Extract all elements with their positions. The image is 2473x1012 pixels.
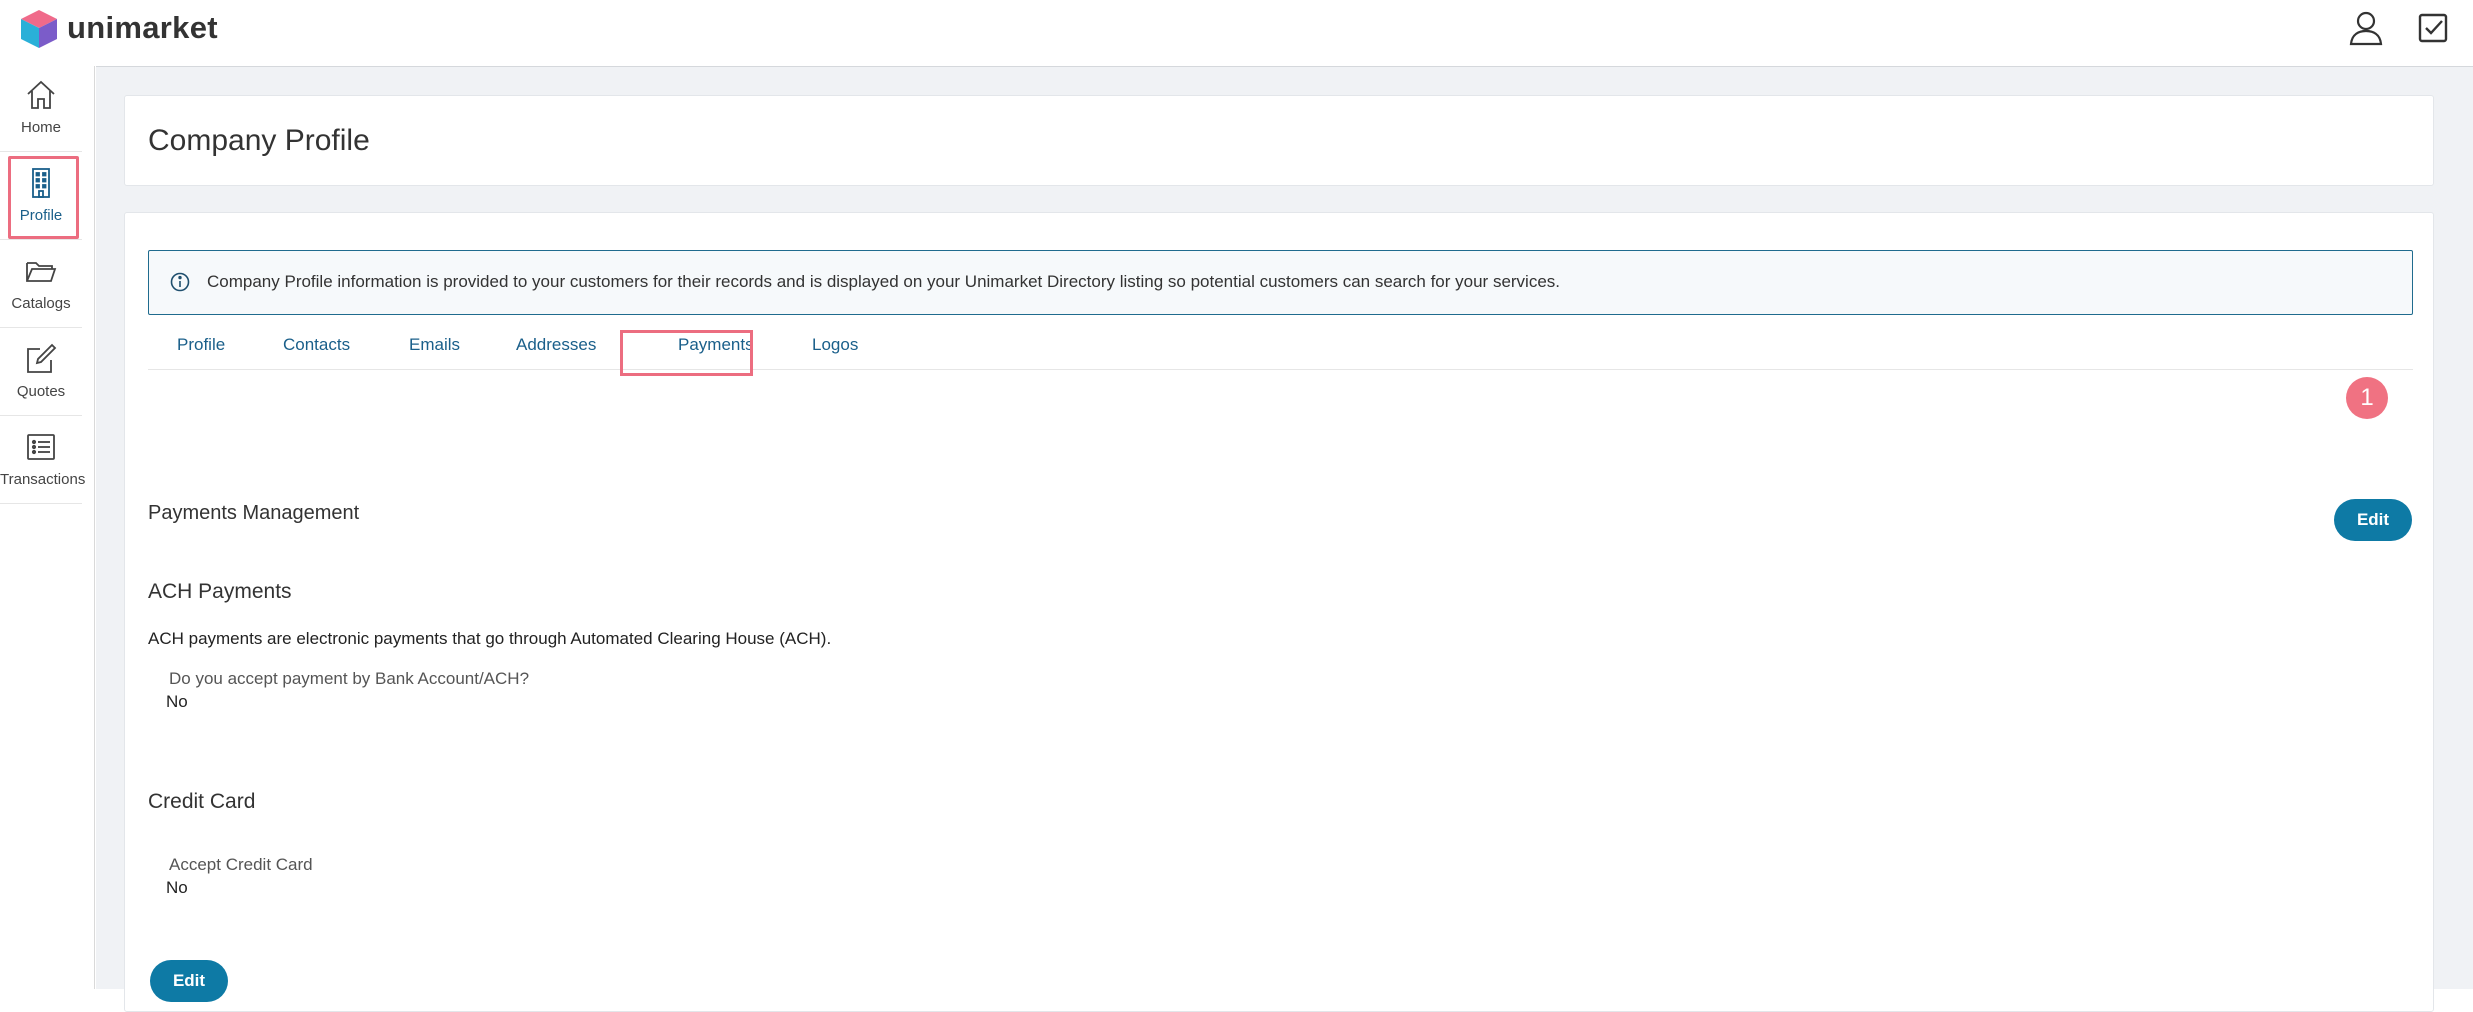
edit-button[interactable]: Edit [2334,499,2412,541]
profile-tabs: Profile Contacts Emails Addresses Paymen… [148,325,2413,370]
sidebar-item-transactions[interactable]: Transactions [0,418,86,504]
credit-card-question-label: Accept Credit Card [169,855,313,874]
ach-payments-heading: ACH Payments [148,580,292,603]
sidebar-item-label: Transactions [0,471,86,488]
info-alert: Company Profile information is provided … [148,250,2413,315]
tasks-checkbox-icon[interactable] [2413,8,2453,48]
profile-highlight-box [8,156,79,239]
sidebar-item-label: Home [20,119,61,136]
tab-emails[interactable]: Emails [409,335,460,355]
user-account-icon[interactable] [2346,8,2386,48]
credit-card-heading: Credit Card [148,790,256,813]
credit-card-value: No [166,878,188,897]
info-text: Company Profile information is provided … [207,272,1561,291]
page-title-card: Company Profile [124,95,2434,186]
home-icon [27,80,55,109]
list-icon [27,434,55,460]
folder-icon [26,262,57,282]
ach-question-label: Do you accept payment by Bank Account/AC… [169,669,530,688]
unimarket-logo-icon[interactable] [19,8,59,50]
profile-card: Company Profile information is provided … [124,212,2434,1012]
sidebar-item-label: Quotes [16,383,66,400]
top-bar: unimarket [0,0,2473,60]
tab-logos[interactable]: Logos [812,335,858,355]
page-title: Company Profile [148,124,370,157]
main-content: Company Profile Company Profile informat… [96,66,2473,1012]
ach-description: ACH payments are electronic payments tha… [148,629,832,648]
edit-icon [27,343,57,373]
tab-contacts[interactable]: Contacts [283,335,350,355]
tab-addresses[interactable]: Addresses [516,335,596,355]
brand-name[interactable]: unimarket [67,10,218,46]
ach-value: No [166,692,188,711]
payments-tab-highlight-box [620,330,753,376]
payments-management-heading: Payments Management [148,502,360,524]
sidebar-item-quotes[interactable]: Quotes [0,330,82,416]
sidebar-item-home[interactable]: Home [0,66,82,152]
info-icon [170,272,190,292]
sidebar-item-label: Catalogs [11,295,71,312]
step-badge: 1 [2346,377,2388,419]
tab-profile[interactable]: Profile [177,335,225,355]
sidebar-item-catalogs[interactable]: Catalogs [0,242,82,328]
bottom-edit-button[interactable]: Edit [150,960,228,1002]
